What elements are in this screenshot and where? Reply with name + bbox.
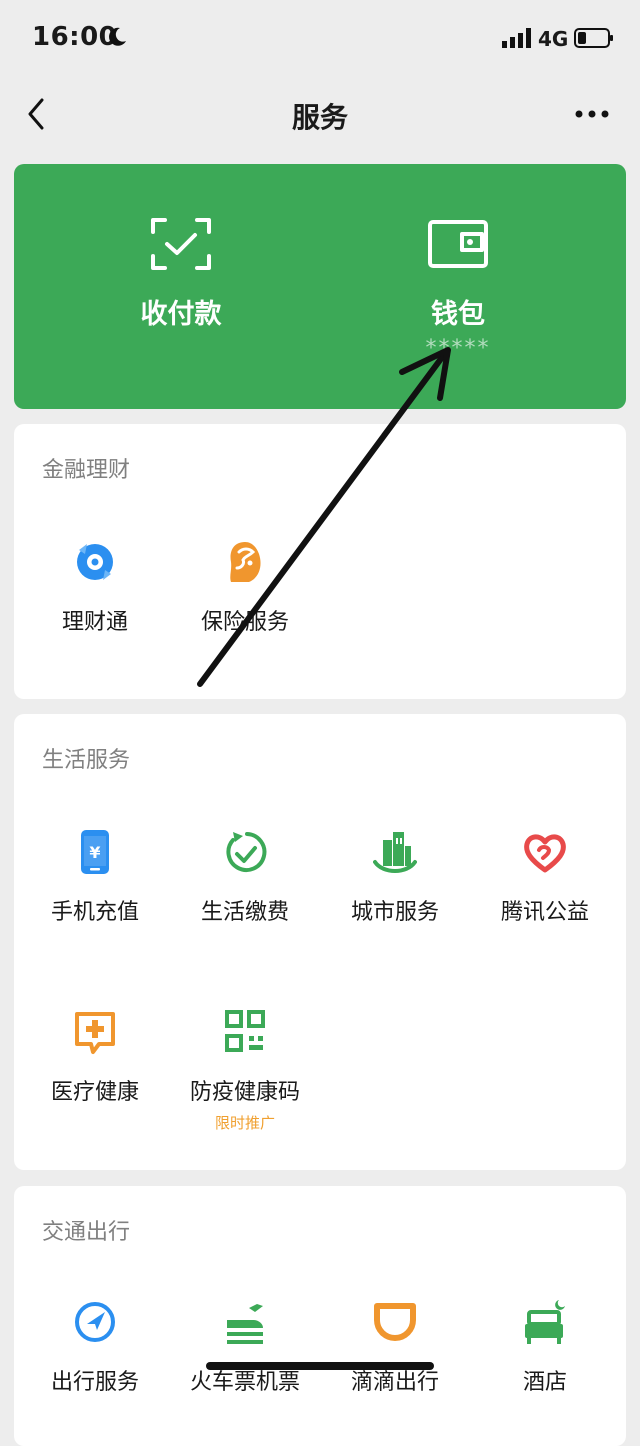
insurance-item[interactable]: 保险服务 xyxy=(170,538,320,678)
licaitong-icon xyxy=(77,544,113,580)
wallet-label: 钱包 xyxy=(431,299,485,330)
more-icon[interactable] xyxy=(574,104,610,124)
hotel-bed-icon xyxy=(525,1300,565,1344)
pay-label: 收付款 xyxy=(140,299,222,330)
city-service-item[interactable]: 城市服务 xyxy=(320,828,470,968)
travel-service-item[interactable]: 出行服务 xyxy=(20,1298,170,1438)
item-label: 出行服务 xyxy=(50,1370,139,1395)
wallet-balance: ***** xyxy=(425,336,491,361)
navigation-icon xyxy=(75,1302,115,1342)
charity-item[interactable]: 腾讯公益 xyxy=(470,828,620,968)
signal-icon xyxy=(502,28,531,48)
city-service-icon xyxy=(373,832,417,873)
home-indicator[interactable] xyxy=(206,1362,434,1370)
promo-tag: 限时推广 xyxy=(214,1114,275,1132)
phone-recharge-icon: ¥ xyxy=(81,830,109,874)
item-label: 理财通 xyxy=(61,610,128,635)
nav-bar: 服务 xyxy=(0,80,640,150)
medical-item[interactable]: 医疗健康 xyxy=(20,1008,170,1148)
network-type: 4G xyxy=(538,27,569,51)
svg-text:¥: ¥ xyxy=(89,843,100,862)
status-time: 16:00 xyxy=(32,22,118,52)
health-qr-icon xyxy=(225,1010,265,1052)
wallet-icon xyxy=(428,220,488,268)
item-label: 酒店 xyxy=(522,1370,567,1395)
wallet-card: 收付款 钱包 ***** xyxy=(14,164,626,409)
phone-recharge-item[interactable]: ¥ 手机充值 xyxy=(20,828,170,968)
didi-icon xyxy=(374,1303,416,1341)
medical-icon xyxy=(75,1012,115,1054)
bill-pay-item[interactable]: 生活缴费 xyxy=(170,828,320,968)
item-label: 手机充值 xyxy=(50,900,139,925)
transport-section: 交通出行 出行服务 火车票机票 滴滴出行 酒店 xyxy=(14,1186,626,1446)
item-label: 腾讯公益 xyxy=(500,900,589,925)
page-title: 服务 xyxy=(291,101,348,134)
bill-pay-icon xyxy=(226,832,267,872)
item-label: 保险服务 xyxy=(200,610,289,635)
status-bar: 16:00 4G xyxy=(0,0,640,80)
item-label: 城市服务 xyxy=(350,900,439,925)
licaitong-item[interactable]: 理财通 xyxy=(20,538,170,678)
finance-section: 金融理财 理财通 保险服务 xyxy=(14,424,626,699)
health-qr-item[interactable]: 防疫健康码 限时推广 xyxy=(170,1008,320,1148)
moon-icon xyxy=(109,27,126,46)
item-label: 生活缴费 xyxy=(200,900,289,925)
train-plane-icon xyxy=(227,1304,263,1344)
charity-heart-icon xyxy=(524,834,566,873)
hotel-item[interactable]: 酒店 xyxy=(470,1298,620,1438)
scan-check-icon xyxy=(151,218,211,270)
section-title: 生活服务 xyxy=(42,748,131,773)
section-title: 交通出行 xyxy=(42,1220,131,1245)
life-section: 生活服务 ¥ 手机充值 生活缴费 城市服务 腾讯公益 医疗健康 防疫健康码 限时… xyxy=(14,714,626,1170)
pay-button[interactable]: 收付款 xyxy=(81,164,281,409)
wallet-button[interactable]: 钱包 ***** xyxy=(358,164,558,409)
section-title: 金融理财 xyxy=(42,458,131,483)
item-label: 医疗健康 xyxy=(50,1080,139,1105)
insurance-icon xyxy=(230,542,261,582)
item-label: 防疫健康码 xyxy=(189,1080,300,1105)
battery-icon xyxy=(574,28,613,48)
